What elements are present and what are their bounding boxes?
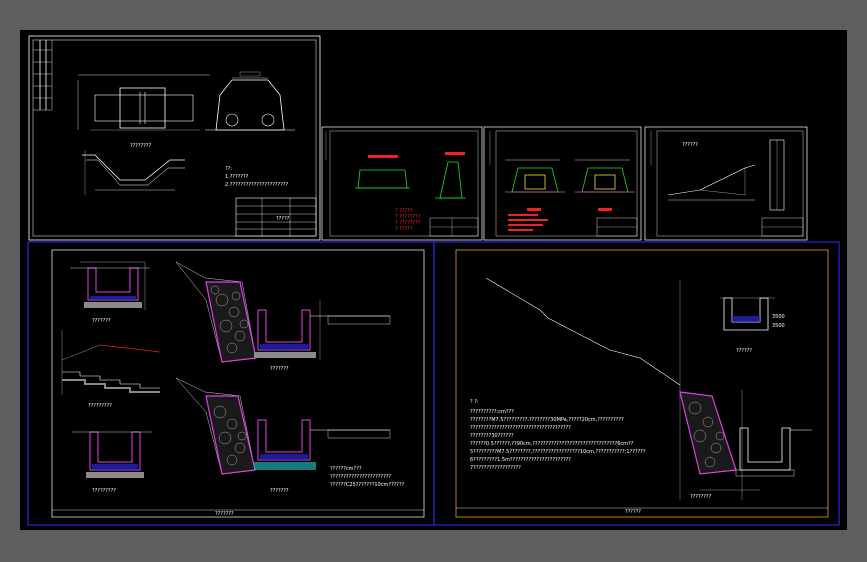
detail-box-dim-2: 3500 [772, 323, 785, 329]
svg-text:??:: ??: [225, 166, 232, 172]
sheet2-red-title-b [445, 152, 465, 155]
retaining-wall-lower-caption: ??????? [270, 488, 289, 494]
sheet1-view-caption: ???????? [130, 143, 152, 149]
cad-drawing-canvas: ????? ???????? ??: 1.??????? 2.?????????… [20, 30, 847, 530]
stepped-slope-caption: ????????? [88, 403, 112, 409]
svg-text:2.??????????????????????: 2.?????????????????????? [225, 182, 289, 188]
drain-section-a-caption: ??????? [92, 318, 111, 324]
svg-text:? ?????: ? ????? [395, 226, 413, 232]
svg-text:????????M7.5?????????,????????: ????????M7.5?????????,????????30MPa,????… [470, 417, 624, 423]
drain-section-b-caption: ????????? [92, 488, 116, 494]
sheet4-tag: ?????? [682, 142, 698, 148]
svg-text:??????C25???????10cm??????: ??????C25???????10cm?????? [330, 482, 405, 488]
svg-text:? ?:: ? ?: [470, 399, 479, 405]
sheet-br-caption: ?????? [625, 509, 641, 515]
sheet2-red-title-a [368, 155, 398, 158]
retaining-wall-upper-caption: ??????? [270, 366, 289, 372]
svg-text:????????30??????: ????????30?????? [470, 433, 514, 439]
svg-text:???????????????????????: ??????????????????????? [330, 474, 391, 480]
svg-text:??????????:cm???: ??????????:cm??? [470, 409, 514, 415]
svg-text:??????0.5??????,??90cm,???????: ??????0.5??????,??90cm,?????????????????… [470, 441, 634, 447]
sheet3-red-title-a [527, 208, 541, 211]
svg-text:5?????????M7.5????????,???????: 5?????????M7.5????????,?????????????????… [470, 449, 646, 455]
sheet3-red-title-b [598, 208, 612, 211]
sheet1-tag: ????? [276, 216, 290, 222]
svg-text:6?????????1.5m????????????????: 6?????????1.5m??????????????????????? [470, 457, 571, 463]
svg-text:??????????????????????????????: ?????????????????????????????????????? [470, 425, 571, 431]
svg-text:??????cm???: ??????cm??? [330, 466, 362, 472]
svg-text:7??????????????????: 7?????????????????? [470, 465, 521, 471]
detail-box-dim-1: 3500 [772, 314, 785, 320]
detail-box-title: ?????? [736, 348, 752, 354]
sheet-bl-caption: ??????? [215, 511, 234, 517]
svg-text:1.???????: 1.??????? [225, 174, 249, 180]
retaining-wall-br-caption: ???????? [690, 494, 712, 500]
